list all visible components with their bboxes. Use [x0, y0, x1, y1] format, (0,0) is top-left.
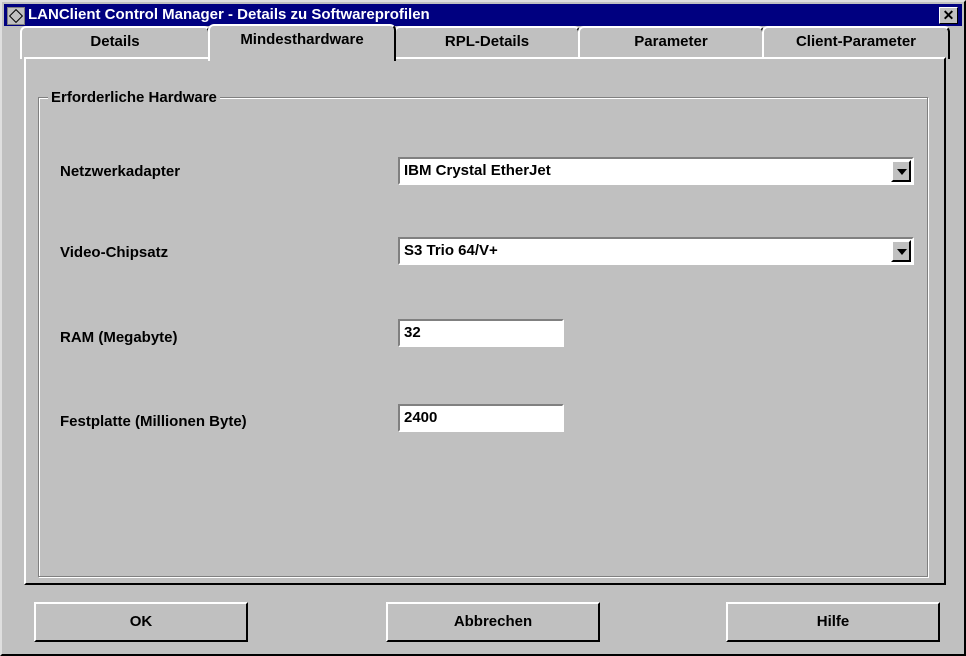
help-button[interactable]: Hilfe	[726, 602, 940, 642]
tab-rpl-details[interactable]: RPL-Details	[394, 26, 580, 59]
tab-label: Client-Parameter	[795, 33, 917, 50]
tab-label: Parameter	[634, 33, 708, 50]
groupbox-title: Erforderliche Hardware	[48, 89, 220, 106]
ok-button[interactable]: OK	[34, 602, 248, 642]
help-label: Hilfe	[816, 613, 850, 630]
dialog-window: LANClient Control Manager - Details zu S…	[0, 0, 966, 656]
video-chipset-value: S3 Trio 64/V+	[404, 242, 498, 259]
cancel-button[interactable]: Abbrechen	[386, 602, 600, 642]
tab-details[interactable]: Details	[20, 26, 210, 59]
ram-input[interactable]: 32	[398, 319, 564, 347]
disk-value: 2400	[404, 409, 438, 426]
chevron-down-icon[interactable]	[891, 160, 911, 182]
video-chipset-label: Video-Chipsatz	[60, 244, 169, 261]
close-button[interactable]: ✕	[939, 7, 958, 24]
app-icon	[7, 7, 25, 25]
chevron-down-icon[interactable]	[891, 240, 911, 262]
tab-label: Details	[90, 33, 140, 50]
tab-label: RPL-Details	[444, 33, 530, 50]
network-adapter-label: Netzwerkadapter	[60, 163, 181, 180]
ok-label: OK	[129, 613, 153, 630]
network-adapter-select[interactable]: IBM Crystal EtherJet	[398, 157, 914, 185]
disk-input[interactable]: 2400	[398, 404, 564, 432]
ram-value: 32	[404, 324, 421, 341]
ram-label: RAM (Megabyte)	[60, 329, 178, 346]
window-title: LANClient Control Manager - Details zu S…	[28, 6, 430, 23]
title-bar[interactable]: LANClient Control Manager - Details zu S…	[4, 4, 962, 26]
tab-parameter[interactable]: Parameter	[578, 26, 764, 59]
tab-label: Mindesthardware	[240, 31, 364, 48]
tab-panel: Erforderliche Hardware Netzwerkadapter I…	[24, 57, 946, 585]
network-adapter-value: IBM Crystal EtherJet	[404, 162, 551, 179]
tab-mindesthardware[interactable]: Mindesthardware	[208, 24, 396, 61]
tab-client-parameter[interactable]: Client-Parameter	[762, 26, 950, 59]
cancel-label: Abbrechen	[453, 613, 533, 630]
video-chipset-select[interactable]: S3 Trio 64/V+	[398, 237, 914, 265]
disk-label: Festplatte (Millionen Byte)	[60, 413, 247, 430]
